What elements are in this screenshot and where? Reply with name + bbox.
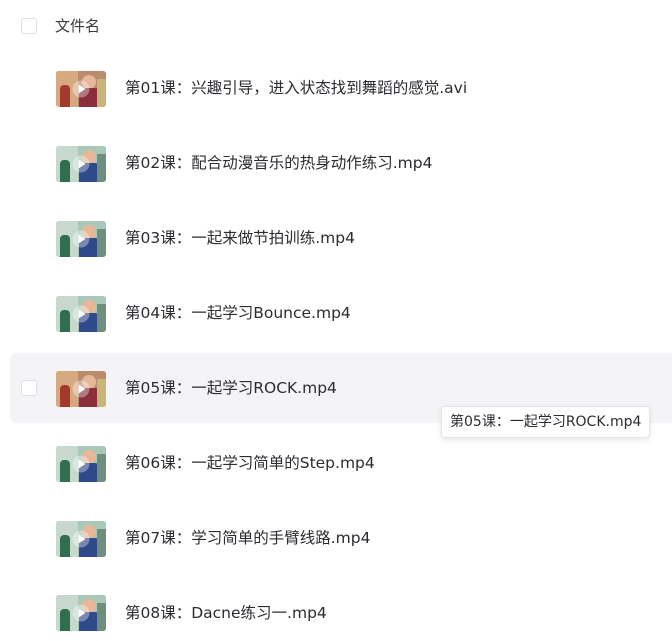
- play-icon: [72, 80, 90, 98]
- file-name[interactable]: 第05课：一起学习ROCK.mp4: [125, 377, 337, 399]
- play-icon: [72, 305, 90, 323]
- list-header: 文件名: [0, 0, 672, 52]
- file-row[interactable]: 第07课：学习简单的手臂线路.mp4: [10, 503, 672, 573]
- file-row[interactable]: 第04课：一起学习Bounce.mp4: [10, 278, 672, 348]
- video-thumbnail-icon: [56, 371, 106, 407]
- play-icon: [72, 380, 90, 398]
- file-name[interactable]: 第04课：一起学习Bounce.mp4: [125, 302, 351, 324]
- play-icon: [72, 530, 90, 548]
- file-name[interactable]: 第03课：一起来做节拍训练.mp4: [125, 227, 355, 249]
- select-all-checkbox[interactable]: [21, 18, 37, 34]
- file-name[interactable]: 第08课：Dacne练习一.mp4: [125, 602, 327, 624]
- video-thumbnail-icon: [56, 71, 106, 107]
- file-name[interactable]: 第02课：配合动漫音乐的热身动作练习.mp4: [125, 152, 432, 174]
- video-thumbnail-icon: [56, 446, 106, 482]
- file-name[interactable]: 第01课：兴趣引导，进入状态找到舞蹈的感觉.avi: [125, 77, 467, 99]
- video-thumbnail-icon: [56, 296, 106, 332]
- play-icon: [72, 155, 90, 173]
- row-checkbox[interactable]: [21, 380, 37, 396]
- filename-tooltip: 第05课：一起学习ROCK.mp4: [441, 406, 651, 438]
- video-thumbnail-icon: [56, 221, 106, 257]
- file-name[interactable]: 第07课：学习简单的手臂线路.mp4: [125, 527, 370, 549]
- file-row[interactable]: 第03课：一起来做节拍训练.mp4: [10, 203, 672, 273]
- video-thumbnail-icon: [56, 595, 106, 631]
- column-header-filename[interactable]: 文件名: [55, 16, 100, 36]
- file-row[interactable]: 第02课：配合动漫音乐的热身动作练习.mp4: [10, 128, 672, 198]
- file-name[interactable]: 第06课：一起学习简单的Step.mp4: [125, 452, 375, 474]
- file-row[interactable]: 第01课：兴趣引导，进入状态找到舞蹈的感觉.avi: [10, 53, 672, 123]
- play-icon: [72, 604, 90, 622]
- file-row[interactable]: 第06课：一起学习简单的Step.mp4: [10, 428, 672, 498]
- play-icon: [72, 230, 90, 248]
- video-thumbnail-icon: [56, 521, 106, 557]
- file-list: 文件名 第01课：兴趣引导，进入状态找到舞蹈的感觉.avi 第02课：配合动漫音…: [0, 0, 672, 641]
- file-row[interactable]: 第08课：Dacne练习一.mp4: [10, 571, 672, 641]
- video-thumbnail-icon: [56, 146, 106, 182]
- play-icon: [72, 455, 90, 473]
